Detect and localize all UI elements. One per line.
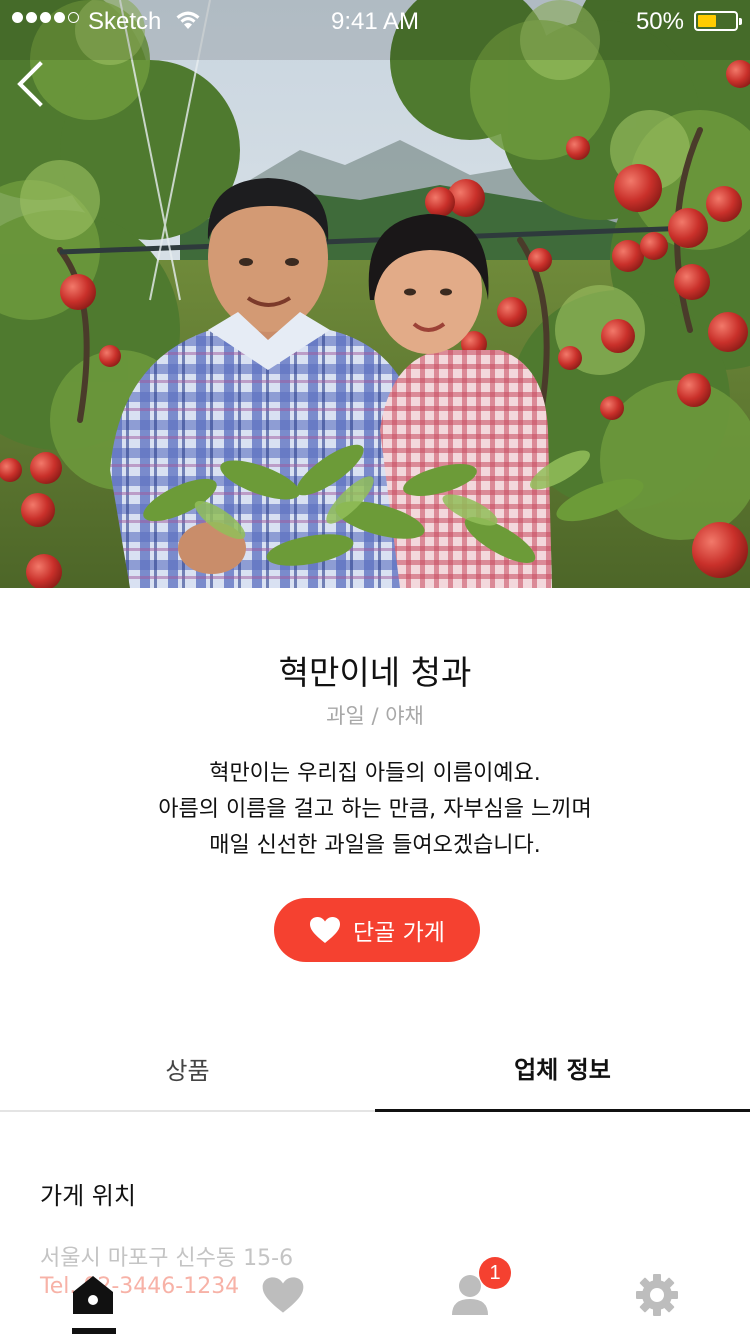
bottom-tab-bar [0, 1256, 750, 1334]
tabbar-home[interactable] [63, 1270, 123, 1320]
store-name: 혁만이네 청과 [278, 653, 472, 692]
store-location-title: 가게 위치 [40, 1182, 136, 1210]
notification-badge: 1 [479, 1257, 511, 1289]
status-bar: Sketch 9:41 AM 50% [0, 0, 750, 40]
favorite-store-button[interactable]: 단골 가게 [274, 898, 480, 962]
favorite-store-label: 단골 가게 [353, 920, 445, 946]
heart-icon [310, 917, 341, 943]
store-hero-photo [0, 0, 750, 588]
store-category: 과일 / 야채 [326, 704, 424, 728]
active-tab-indicator [72, 1328, 116, 1334]
store-description-line: 혁만이는 우리집 아들의 이름이예요. [209, 761, 541, 786]
battery-percent: 50% [635, 8, 684, 35]
battery-icon [694, 11, 742, 31]
chevron-left-icon [17, 61, 43, 107]
tab-store-info[interactable]: 업체 정보 [375, 1026, 750, 1112]
store-description-line: 아름의 이름을 걸고 하는 만큼, 자부심을 느끼며 [158, 797, 592, 822]
segment-tabs: 상품 업체 정보 [0, 1026, 750, 1112]
store-description-line: 매일 신선한 과일을 들여오겠습니다. [209, 833, 541, 858]
tabbar-settings[interactable] [627, 1270, 687, 1320]
back-button[interactable] [10, 56, 54, 112]
home-icon [73, 1276, 113, 1314]
tab-products[interactable]: 상품 [0, 1026, 375, 1112]
tabbar-favorites[interactable] [253, 1270, 313, 1320]
gear-icon [636, 1274, 678, 1316]
store-description: 혁만이는 우리집 아들의 이름이예요. 아름의 이름을 걸고 하는 만큼, 자부… [0, 756, 750, 864]
heart-icon [262, 1277, 304, 1313]
